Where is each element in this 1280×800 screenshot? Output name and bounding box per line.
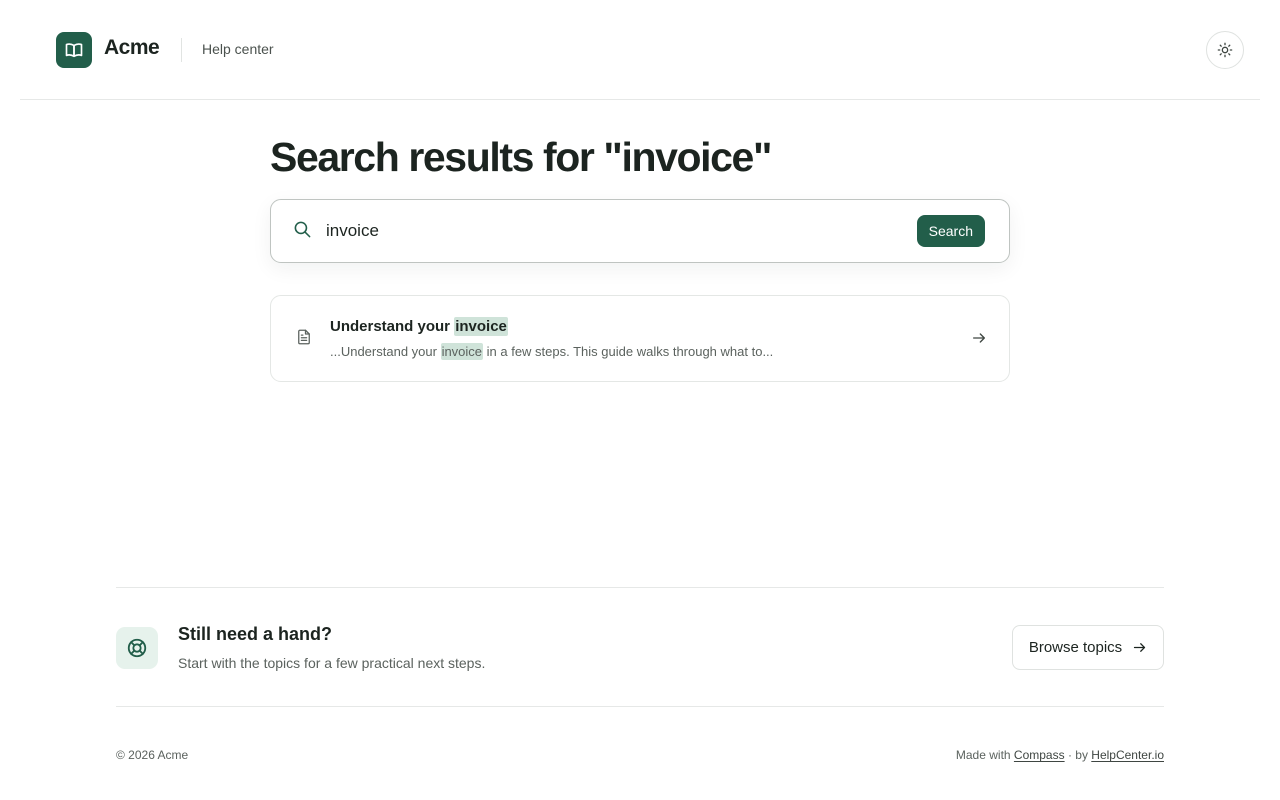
document-icon <box>298 329 310 345</box>
search-icon <box>294 221 311 238</box>
arrow-right-icon <box>973 333 985 343</box>
snippet-suffix: in a few steps. This guide walks through… <box>483 344 774 359</box>
result-title[interactable]: Understand your invoice <box>330 317 508 336</box>
result-title-text: Understand your <box>330 318 455 335</box>
book-open-icon[interactable] <box>56 32 92 68</box>
lifebuoy-icon <box>116 627 158 669</box>
result-title-highlight: invoice <box>454 317 508 336</box>
browse-topics-label: Browse topics <box>1028 639 1123 656</box>
help-subtitle: Start with the topics for a few practica… <box>178 655 486 671</box>
help-center-link[interactable]: Help center <box>202 41 274 57</box>
search-button[interactable]: Search <box>916 215 985 247</box>
theme-toggle-button[interactable] <box>1206 31 1244 69</box>
browse-topics-button[interactable]: Browse topics <box>1012 625 1164 670</box>
brand-name[interactable]: Acme <box>104 36 160 60</box>
search-input[interactable] <box>326 218 886 244</box>
helpcenter-link[interactable]: HelpCenter.io <box>1091 748 1164 762</box>
made-with-separator: · by <box>1064 748 1092 762</box>
made-with-prefix: Made with <box>955 748 1014 762</box>
page-title: Search results for "invoice" <box>270 134 772 180</box>
arrow-right-icon <box>1134 643 1146 652</box>
result-snippet: ...Understand your invoice in a few step… <box>330 343 774 360</box>
help-band: Still need a hand? Start with the topics… <box>116 587 1164 707</box>
brand-divider <box>181 38 182 62</box>
snippet-highlight: invoice <box>440 343 484 360</box>
compass-link[interactable]: Compass <box>1014 748 1065 762</box>
help-title: Still need a hand? <box>178 624 333 644</box>
snippet-prefix: ...Understand your <box>330 344 441 359</box>
copyright: © 2026 Acme <box>116 748 189 762</box>
search-box: Search <box>270 199 1010 263</box>
site-header: Acme Help center <box>20 0 1260 100</box>
made-with-credit: Made with Compass · by HelpCenter.io <box>956 748 1164 762</box>
search-result-card[interactable]: Understand your invoice ...Understand yo… <box>270 295 1010 382</box>
sun-icon <box>1217 42 1233 58</box>
